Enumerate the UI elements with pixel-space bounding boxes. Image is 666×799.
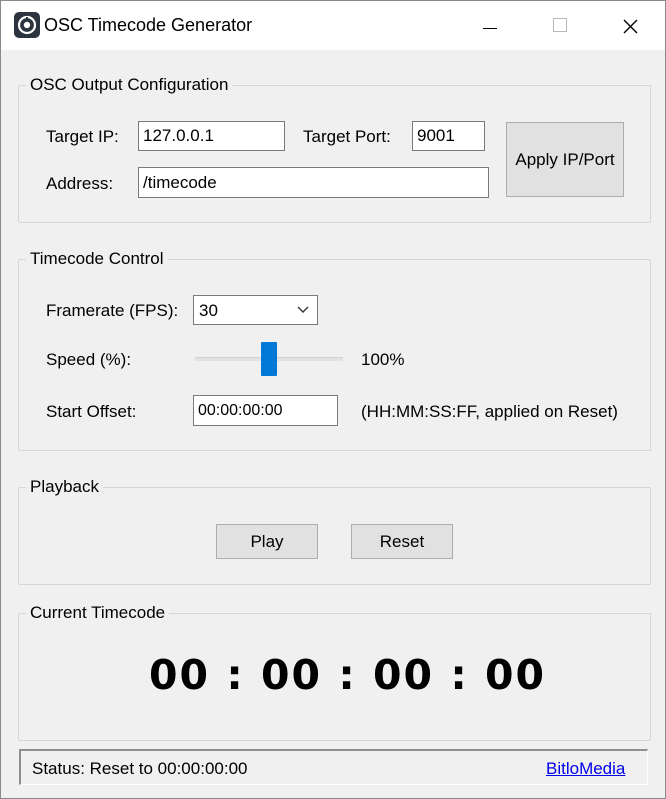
status-bar: Status: Reset to 00:00:00:00 BitloMedia xyxy=(19,749,648,785)
window-title: OSC Timecode Generator xyxy=(44,15,253,35)
address-input[interactable] xyxy=(138,167,489,198)
speed-slider-thumb[interactable] xyxy=(261,342,277,376)
speed-label: Speed (%): xyxy=(46,350,132,369)
framerate-select[interactable]: 30 xyxy=(193,295,318,325)
minimize-button[interactable] xyxy=(455,1,525,50)
timecode-display: 00 : 00 : 00 : 00 xyxy=(149,651,547,699)
speed-value: 100% xyxy=(361,350,405,369)
target-ip-label: Target IP: xyxy=(46,127,119,146)
target-port-label: Target Port: xyxy=(303,127,391,146)
speed-slider[interactable] xyxy=(195,341,343,377)
target-port-input[interactable] xyxy=(412,121,485,151)
start-offset-hint: (HH:MM:SS:FF, applied on Reset) xyxy=(361,402,618,421)
address-label: Address: xyxy=(46,174,114,193)
bitlomedia-link[interactable]: BitloMedia xyxy=(546,759,625,779)
app-window: OSC Timecode Generator OSC Output Config… xyxy=(0,0,666,799)
start-offset-input[interactable] xyxy=(193,395,338,426)
framerate-label: Framerate (FPS): xyxy=(46,301,179,320)
playback-group xyxy=(18,487,651,585)
current-timecode-legend: Current Timecode xyxy=(26,603,170,623)
maximize-button[interactable] xyxy=(525,1,595,50)
playback-legend: Playback xyxy=(26,477,103,497)
apply-ip-port-button[interactable]: Apply IP/Port xyxy=(506,122,624,197)
osc-output-legend: OSC Output Configuration xyxy=(26,75,233,95)
start-offset-label: Start Offset: xyxy=(46,402,137,421)
minimize-icon xyxy=(483,28,497,29)
app-logo-icon xyxy=(14,12,40,38)
play-button[interactable]: Play xyxy=(216,524,318,559)
target-ip-input[interactable] xyxy=(138,121,285,151)
close-icon xyxy=(623,19,638,34)
close-button[interactable] xyxy=(595,1,665,50)
title-bar[interactable]: OSC Timecode Generator xyxy=(1,1,665,50)
reset-button[interactable]: Reset xyxy=(351,524,453,559)
maximize-icon xyxy=(553,18,567,32)
framerate-value: 30 xyxy=(199,301,218,320)
timecode-control-legend: Timecode Control xyxy=(26,249,168,269)
status-text: Status: Reset to 00:00:00:00 xyxy=(32,759,248,778)
chevron-down-icon xyxy=(297,306,309,313)
